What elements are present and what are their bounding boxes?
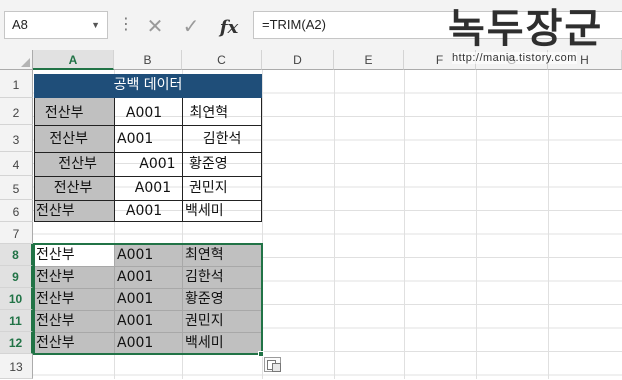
column-header-e[interactable]: E (334, 50, 404, 70)
column-header-c[interactable]: C (182, 50, 262, 70)
cell-c4[interactable]: 황준영 (189, 153, 228, 175)
watermark-url: http://mania.tistory.com (452, 52, 577, 64)
column-header-a[interactable]: A (33, 50, 114, 70)
gridline (404, 70, 405, 379)
enter-check-icon[interactable]: ✓ (178, 14, 204, 38)
name-box[interactable]: A8 ▼ (4, 11, 108, 39)
row-header-13[interactable]: 13 (0, 354, 33, 379)
row-header-1[interactable]: 1 (0, 70, 33, 98)
row-header-6[interactable]: 6 (0, 200, 33, 222)
row-header-8[interactable]: 8 (0, 244, 33, 266)
cell-b5[interactable]: A001 (117, 177, 171, 199)
row-header-12[interactable]: 12 (0, 332, 33, 354)
cell-b2[interactable]: A001 (117, 102, 162, 124)
row-header-7[interactable]: 7 (0, 222, 33, 244)
cell-a6[interactable]: 전산부 (36, 200, 75, 222)
column-header-d[interactable]: D (262, 50, 334, 70)
row-header-10[interactable]: 10 (0, 288, 33, 310)
table-title-cell[interactable]: 공백 데이터 (34, 74, 262, 98)
gridline (334, 70, 335, 379)
row-header-9[interactable]: 9 (0, 266, 33, 288)
cell-b6[interactable]: A001 (117, 200, 162, 222)
cell-c3[interactable]: 김한석 (185, 128, 242, 150)
cell-c6[interactable]: 백세미 (185, 200, 224, 222)
row-header-2[interactable]: 2 (0, 98, 33, 125)
table-divider (182, 98, 183, 222)
watermark-title: 녹두장군 (448, 6, 604, 52)
cell-b4[interactable]: A001 (117, 153, 175, 175)
gridline (548, 70, 549, 379)
chevron-down-icon[interactable]: ▼ (91, 12, 100, 38)
name-box-value: A8 (12, 17, 28, 32)
cell-c2[interactable]: 최연혁 (185, 102, 228, 124)
row-header-4[interactable]: 4 (0, 152, 33, 176)
select-all-corner[interactable] (0, 50, 33, 70)
table-divider (114, 98, 115, 222)
row-header-3[interactable]: 3 (0, 125, 33, 152)
table-divider (34, 125, 262, 126)
cell-c5[interactable]: 권민지 (189, 177, 228, 199)
paste-options-icon[interactable] (264, 357, 281, 372)
more-dots-icon[interactable]: ⋮ (118, 14, 134, 34)
cell-a4[interactable]: 전산부 (36, 153, 97, 175)
cell-a5[interactable]: 전산부 (36, 177, 93, 199)
cell-a3[interactable]: 전산부 (36, 128, 88, 150)
cancel-icon[interactable]: ✕ (142, 14, 168, 38)
row-header-5[interactable]: 5 (0, 176, 33, 200)
insert-function-button[interactable]: fx (214, 14, 244, 38)
cell-b3[interactable]: A001 (117, 128, 153, 150)
column-header-b[interactable]: B (114, 50, 182, 70)
selection-range-border (33, 243, 263, 355)
row-header-11[interactable]: 11 (0, 310, 33, 332)
gridline (476, 70, 477, 379)
cell-a2[interactable]: 전산부 (36, 102, 84, 124)
